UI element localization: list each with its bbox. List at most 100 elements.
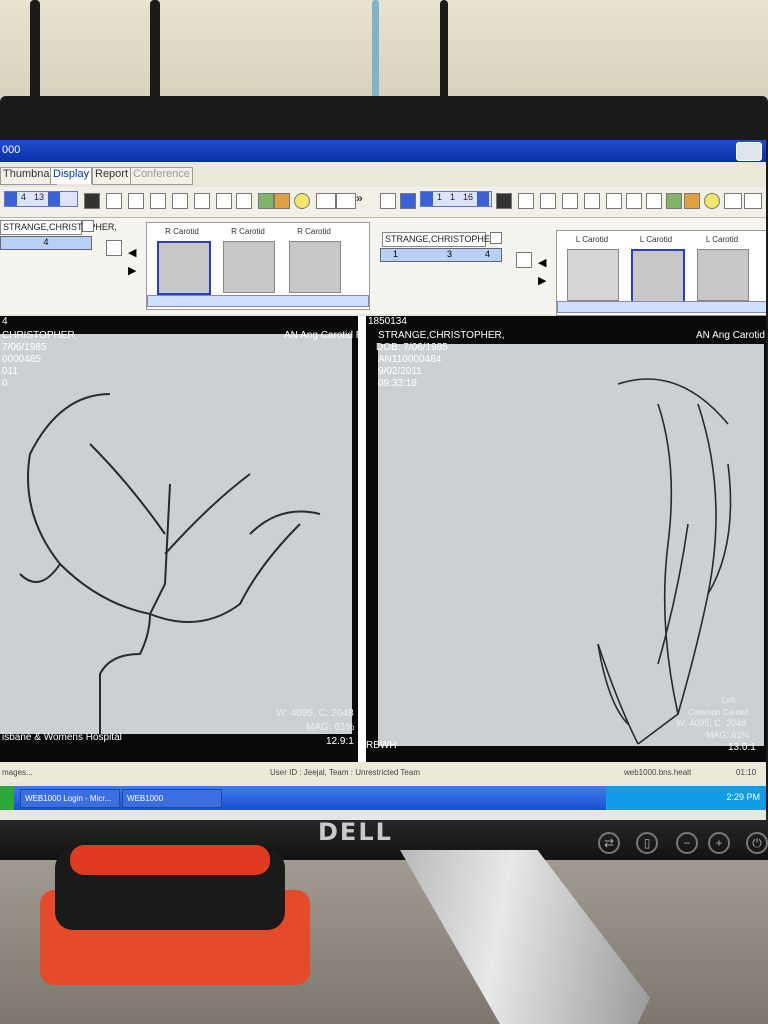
- layout-1x2-icon[interactable]: [518, 193, 534, 209]
- left-slice-slider[interactable]: 4: [0, 236, 92, 250]
- info-icon[interactable]: [294, 193, 310, 209]
- monitor-plus-button[interactable]: +: [708, 832, 730, 854]
- layout-1x1-icon[interactable]: [84, 193, 100, 209]
- start-button[interactable]: [0, 786, 14, 810]
- cable: [30, 0, 40, 100]
- thumb-label: R Carotid: [231, 227, 265, 236]
- thumbnail-image[interactable]: [631, 249, 685, 303]
- lock-icon[interactable]: [274, 193, 290, 209]
- window-titlebar: 000: [0, 140, 766, 162]
- overlay-institution: RBWH: [366, 740, 397, 751]
- thumbnail-image[interactable]: [567, 249, 619, 301]
- thumb-label: L Carotid: [575, 235, 609, 244]
- next-thumbs-icon[interactable]: ▶: [538, 274, 546, 287]
- overlay-series: 4: [2, 316, 8, 327]
- left-patient-select[interactable]: STRANGE,CHRISTOPHER,: [0, 220, 117, 235]
- status-time: 01:10: [736, 768, 757, 777]
- prev-series-icon[interactable]: [316, 193, 336, 209]
- overlay-series-id: 1850134: [368, 316, 407, 327]
- overlay-an: 0000485: [2, 354, 41, 365]
- layout-2x2-icon[interactable]: [150, 193, 166, 209]
- next-thumbs-icon[interactable]: ▶: [128, 264, 136, 277]
- layout-4x4-icon[interactable]: [216, 193, 232, 209]
- view-tabs: Thumbnail Display Report Conference: [0, 165, 766, 185]
- window-title: 000: [2, 144, 21, 156]
- users-icon[interactable]: [666, 193, 682, 209]
- taskbar: WEB1000 Login - Micr... WEB1000 2:29 PM: [0, 786, 766, 810]
- monitor-menu-button[interactable]: ▯: [636, 832, 658, 854]
- layout-3x3-icon[interactable]: [194, 193, 210, 209]
- right-slider-max: 4: [485, 249, 491, 259]
- sync-icon[interactable]: [400, 193, 416, 209]
- monitor-power-button[interactable]: ⏻: [746, 832, 768, 854]
- overlay-time: 0: [2, 378, 8, 389]
- overlay-time: 09:33:18: [378, 378, 417, 389]
- tab-display[interactable]: Display: [50, 167, 93, 184]
- viewport-divider[interactable]: [358, 316, 366, 762]
- monitor-input-button[interactable]: ⇄: [598, 832, 620, 854]
- users-icon[interactable]: [258, 193, 274, 209]
- monitor-minus-button[interactable]: −: [676, 832, 698, 854]
- series-selector-row: STRANGE,CHRISTOPHER, 4 ◀ ▶ R Carotid R C…: [0, 218, 766, 316]
- thumbnail-image[interactable]: [289, 241, 341, 293]
- layout-grid-icon[interactable]: [584, 193, 600, 209]
- thumb-label: R Carotid: [165, 227, 199, 236]
- toolbar: 4 13 » 1 1 16: [0, 187, 766, 218]
- status-host: web1000.bns.healt: [624, 768, 692, 777]
- left-image-nav[interactable]: 4 13: [4, 191, 78, 207]
- layout-5x5-icon[interactable]: [646, 193, 662, 209]
- layout-4x4-icon[interactable]: [626, 193, 642, 209]
- pointer-tool-icon[interactable]: [380, 193, 396, 209]
- angiogram-image: [0, 334, 352, 734]
- reset-view-icon[interactable]: [516, 252, 532, 268]
- chevron-down-icon[interactable]: [82, 220, 94, 232]
- right-slider-value: 3: [447, 249, 453, 259]
- layout-grid-icon[interactable]: [172, 193, 188, 209]
- prev-series-icon[interactable]: [724, 193, 742, 209]
- layout-3x3-icon[interactable]: [606, 193, 622, 209]
- left-slider-value: 4: [43, 237, 49, 247]
- thumbnail-scrollbar[interactable]: [147, 295, 369, 307]
- next-series-icon[interactable]: [744, 193, 762, 209]
- left-viewport[interactable]: 4 CHRISTOPHER, 7/06/1985 0000485 011 0 A…: [0, 316, 363, 762]
- system-tray: 2:29 PM: [606, 786, 766, 810]
- right-thumbnail-strip: L Carotid L Carotid L Carotid: [556, 230, 766, 316]
- thumbnail-image[interactable]: [157, 241, 211, 295]
- thumbnail-scrollbar[interactable]: [557, 301, 766, 313]
- overlay-window-level: W: 4095, C: 2048: [276, 708, 354, 719]
- overlay-institution: isbane & Womens Hospital: [2, 732, 122, 743]
- overlay-ratio: 13.0:1: [728, 742, 756, 753]
- reset-view-icon[interactable]: [106, 240, 122, 256]
- layout-2x1-icon[interactable]: [128, 193, 144, 209]
- taskbar-item[interactable]: WEB1000 Login - Micr...: [20, 789, 120, 808]
- thumbnail-image[interactable]: [697, 249, 749, 301]
- layout-2x1-icon[interactable]: [540, 193, 556, 209]
- chevron-down-icon[interactable]: [490, 232, 502, 244]
- thumbnail-image[interactable]: [223, 241, 275, 293]
- lock-icon[interactable]: [684, 193, 700, 209]
- info-icon[interactable]: [704, 193, 720, 209]
- layout-1x1-icon[interactable]: [496, 193, 512, 209]
- right-image-nav[interactable]: 1 1 16: [420, 191, 492, 207]
- taskbar-item[interactable]: WEB1000: [122, 789, 222, 808]
- minimize-button[interactable]: [736, 142, 762, 161]
- layout-2x2-icon[interactable]: [562, 193, 578, 209]
- tab-report[interactable]: Report: [92, 167, 132, 185]
- layout-5x5-icon[interactable]: [236, 193, 252, 209]
- overlay-mag: MAG: 61%: [306, 722, 355, 733]
- overlay-date: 011: [2, 366, 18, 377]
- status-left: mages...: [2, 768, 33, 777]
- tab-conference[interactable]: Conference: [130, 167, 193, 185]
- more-chevron-icon[interactable]: »: [356, 191, 363, 205]
- overlay-study: AN Ang Carotid: [696, 330, 765, 341]
- wall: [0, 0, 768, 110]
- prev-thumbs-icon[interactable]: ◀: [538, 256, 546, 269]
- layout-1x2-icon[interactable]: [106, 193, 122, 209]
- prev-thumbs-icon[interactable]: ◀: [128, 246, 136, 259]
- tab-thumbnail[interactable]: Thumbnail: [0, 167, 58, 185]
- overlay-side: Left: [722, 696, 736, 705]
- right-patient-select[interactable]: STRANGE,CHRISTOPHER,: [382, 232, 499, 247]
- right-viewport[interactable]: 1850134 STRANGE,CHRISTOPHER, DOB: 7/06/1…: [366, 316, 766, 762]
- right-slice-slider[interactable]: 1 3 4: [380, 248, 502, 262]
- next-series-icon[interactable]: [336, 193, 356, 209]
